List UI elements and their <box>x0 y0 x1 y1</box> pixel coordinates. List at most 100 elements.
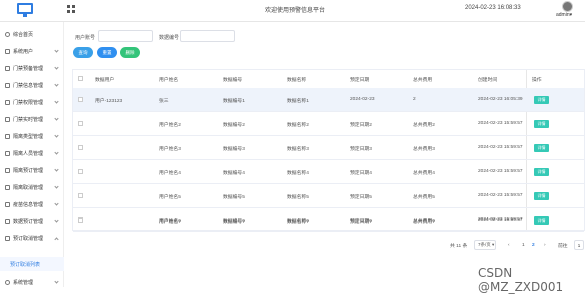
delete-button[interactable]: 删除 <box>120 47 140 58</box>
folder-icon <box>5 150 10 156</box>
cell: 数据编号1 <box>223 99 245 104</box>
username: admin <box>556 12 570 18</box>
cell: 总共费用2 <box>413 123 435 128</box>
user-menu[interactable]: admin▾ <box>556 12 572 18</box>
goto-page-input[interactable]: 1 <box>574 240 584 250</box>
detail-button[interactable]: 详情 <box>534 96 549 104</box>
sidebar-item-label: 预订取消管理 <box>13 235 44 242</box>
detail-button[interactable]: 详情 <box>534 168 549 176</box>
table-row[interactable]: 用户姓名2 数据编号2 数据名称2 预定日期2 总共费用2 2024-02-23… <box>73 112 584 136</box>
chevron-down-icon <box>54 82 59 87</box>
search-input-2[interactable] <box>180 30 235 42</box>
table-row[interactable]: 用户姓名4 数据编号4 数据名称4 预定日期4 总共费用4 2024-02-23… <box>73 160 584 184</box>
row-checkbox[interactable] <box>78 145 83 150</box>
sidebar-item-users[interactable]: 系统用户 <box>0 43 64 59</box>
sidebar-item-label: 隔离人员管理 <box>13 150 44 157</box>
folder-icon <box>5 82 10 88</box>
sidebar-item-6[interactable]: 门禁实时管理 <box>0 111 64 127</box>
cell: 2024-02-23 <box>350 97 375 102</box>
cell: 总共费用5 <box>413 195 435 200</box>
folder-icon <box>5 133 10 139</box>
sidebar-item-7[interactable]: 隔离类型管理 <box>0 128 64 144</box>
prev-page-icon[interactable]: ‹ <box>508 240 510 250</box>
chevron-down-icon <box>54 218 59 223</box>
pagination-total: 共 11 条 <box>450 243 468 249</box>
sidebar-subitem-active[interactable]: 预订取消列表 <box>0 257 64 271</box>
chevron-down-icon <box>54 116 59 121</box>
sidebar-item-5[interactable]: 门禁权限管理 <box>0 94 64 110</box>
cell: 数据名称1 <box>287 99 309 104</box>
cell: 用户姓名7 <box>159 220 181 225</box>
chevron-down-icon <box>54 167 59 172</box>
page-1-button[interactable]: 1 <box>522 240 525 250</box>
cell: 用户-123123 <box>95 99 123 104</box>
sidebar-item-label: 系统用户 <box>13 48 34 55</box>
cell: 总共费用3 <box>413 147 435 152</box>
col-header: 预定日期 <box>350 78 370 83</box>
sidebar-item-home[interactable]: 综合首页 <box>0 26 64 42</box>
sidebar-item-label: 预订取消列表 <box>10 261 41 268</box>
sidebar-item-10[interactable]: 隔离取消管理 <box>0 179 64 195</box>
chevron-down-icon <box>54 48 59 53</box>
watermark: CSDN @MZ_ZXD001 <box>478 266 564 294</box>
detail-button[interactable]: 详情 <box>534 144 549 152</box>
col-header: 创建时间 <box>478 78 498 83</box>
sidebar-item-4[interactable]: 门禁信息管理 <box>0 77 64 93</box>
table-row[interactable]: 用户姓名5 数据编号5 数据名称5 预定日期5 总共费用5 2024-02-23… <box>73 184 584 208</box>
sidebar-item-system[interactable]: 系统管理 <box>0 274 64 290</box>
chevron-down-icon <box>54 99 59 104</box>
row-checkbox[interactable] <box>78 169 83 174</box>
sidebar-item-11[interactable]: 疫苗信息管理 <box>0 196 64 212</box>
sidebar-item-9[interactable]: 隔离预订管理 <box>0 162 64 178</box>
table-row[interactable]: 用户姓名3 数据编号3 数据名称3 预定日期3 总共费用3 2024-02-23… <box>73 136 584 160</box>
avatar[interactable] <box>562 1 573 12</box>
folder-icon <box>5 65 10 71</box>
cell: 预定日期3 <box>350 147 372 152</box>
col-header: 数据编号 <box>223 78 243 83</box>
sidebar-item-label: 数据预订管理 <box>13 218 44 225</box>
page-size-value: 7条/页 <box>478 242 491 247</box>
sidebar-item-12[interactable]: 数据预订管理 <box>0 213 64 229</box>
next-page-icon[interactable]: › <box>544 240 546 250</box>
data-table: 数据用户 用户姓名 数据编号 数据名称 预定日期 总共费用 创建时间 操作 用户… <box>72 69 585 231</box>
sidebar-item-3[interactable]: 门禁预备管理 <box>0 60 64 76</box>
cell: 数据编号2 <box>223 123 245 128</box>
row-checkbox[interactable] <box>78 193 83 198</box>
cell: 数据名称5 <box>287 195 309 200</box>
detail-button[interactable]: 详情 <box>534 217 549 225</box>
chevron-down-icon <box>54 279 59 284</box>
chevron-down-icon <box>54 133 59 138</box>
col-header: 数据用户 <box>95 78 115 83</box>
search-button[interactable]: 查询 <box>73 47 93 58</box>
table-row[interactable]: 用户姓名7 数据编号7 数据名称7 预定日期7 总共费用7 2024-02-23… <box>73 210 584 232</box>
sidebar-item-13[interactable]: 预订取消管理 <box>0 230 64 246</box>
sidebar-item-label: 隔离预订管理 <box>13 167 44 174</box>
cell: 总共费用4 <box>413 171 435 176</box>
sidebar-item-label: 门禁预备管理 <box>13 65 44 72</box>
cell: 2024-02-23 15:59:57 <box>478 218 523 223</box>
sidebar-item-label: 隔离取消管理 <box>13 184 44 191</box>
row-checkbox[interactable] <box>78 121 83 126</box>
page-2-button[interactable]: 2 <box>532 240 535 250</box>
cell: 2024-02-23 15:59:57 <box>478 169 523 174</box>
search-label-1: 用户账号 <box>75 35 96 41</box>
sidebar-item-label: 门禁权限管理 <box>13 99 44 106</box>
detail-button[interactable]: 详情 <box>534 192 549 200</box>
chevron-up-icon <box>54 237 59 242</box>
datetime: 2024-02-23 16:08:33 <box>465 5 521 11</box>
user-icon <box>5 48 10 54</box>
col-header: 总共费用 <box>413 78 433 83</box>
col-header: 操作 <box>532 78 542 83</box>
row-checkbox[interactable] <box>78 218 83 223</box>
table-header: 数据用户 用户姓名 数据编号 数据名称 预定日期 总共费用 创建时间 操作 <box>73 70 584 89</box>
select-all-checkbox[interactable] <box>78 76 83 81</box>
row-checkbox[interactable] <box>78 97 83 102</box>
detail-button[interactable]: 详情 <box>534 120 549 128</box>
goto-label: 前往 <box>558 243 568 249</box>
reset-button[interactable]: 重置 <box>97 47 117 58</box>
sidebar-item-8[interactable]: 隔离人员管理 <box>0 145 64 161</box>
page-size-select[interactable]: 7条/页 ▾ <box>474 240 496 250</box>
grid-menu-icon[interactable] <box>67 5 75 13</box>
search-input-1[interactable] <box>98 30 153 42</box>
table-row[interactable]: 用户-123123 张三 数据编号1 数据名称1 2024-02-23 2 20… <box>73 88 584 112</box>
